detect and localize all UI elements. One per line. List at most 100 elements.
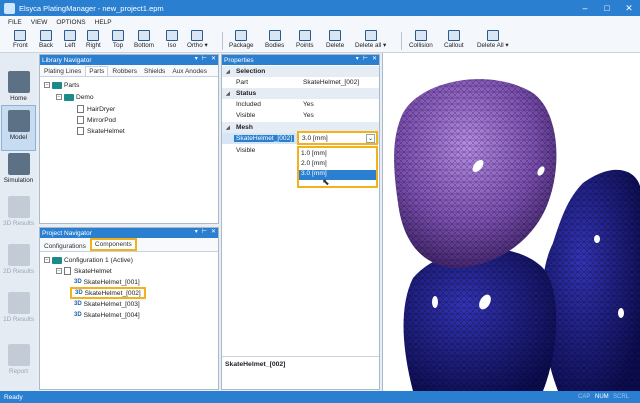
report-icon bbox=[7, 344, 30, 366]
status-text: Ready bbox=[4, 393, 23, 401]
left-button[interactable]: Left bbox=[64, 30, 76, 52]
tree-node-item[interactable]: HairDryer bbox=[77, 104, 115, 114]
collapse-icon[interactable]: − bbox=[44, 257, 50, 263]
tree-node-component[interactable]: 3D SkateHelmet_[003] bbox=[74, 299, 140, 309]
top-view-icon bbox=[112, 30, 124, 41]
left-nav: Home Model Simulation 3D Results 2D Resu… bbox=[0, 53, 37, 391]
ortho-button[interactable]: Ortho ▾ bbox=[187, 30, 208, 52]
tree-node-component[interactable]: 3D SkateHelmet_[004] bbox=[74, 310, 140, 320]
property-grid: ◢ Selection Part SkateHelmet_[002] ◢ Status… bbox=[222, 65, 379, 385]
tree-node-item[interactable]: MirrorPod bbox=[77, 115, 116, 125]
dropdown-icon[interactable]: ▾ bbox=[356, 55, 359, 62]
delete-all-caret-icon: ▾ bbox=[383, 42, 387, 49]
delete-all-callouts-icon bbox=[486, 30, 499, 41]
3d-viewport[interactable] bbox=[382, 53, 640, 391]
option-3mm[interactable]: 3.0 [mm] bbox=[299, 170, 376, 180]
toolbar-divider bbox=[222, 32, 223, 50]
left-view-icon bbox=[64, 30, 76, 41]
collapse-icon[interactable]: − bbox=[56, 94, 62, 100]
tab-components[interactable]: Components bbox=[89, 238, 137, 251]
3d-badge-icon: 3D bbox=[74, 301, 82, 307]
project-navigator-header: Project Navigator ▾ ⊢ ✕ bbox=[40, 228, 218, 238]
line-chart-icon bbox=[7, 292, 30, 314]
visible-value[interactable]: Yes bbox=[303, 112, 314, 119]
collapse-icon[interactable]: ◢ bbox=[226, 91, 230, 97]
collapse-icon[interactable]: − bbox=[56, 268, 62, 274]
minimize-icon[interactable]: – bbox=[574, 0, 596, 16]
points-button[interactable]: Points bbox=[296, 30, 314, 52]
package-button[interactable]: Package bbox=[229, 30, 254, 52]
collapse-icon[interactable]: ◢ bbox=[226, 69, 230, 75]
section-selection[interactable]: ◢ Selection bbox=[222, 66, 379, 77]
nav-3d-results[interactable]: 3D Results bbox=[1, 192, 36, 238]
model-icon bbox=[7, 110, 30, 132]
dropdown-icon[interactable]: ▾ bbox=[195, 228, 198, 235]
close-icon[interactable]: ✕ bbox=[211, 228, 216, 235]
nav-report[interactable]: Report bbox=[1, 340, 36, 386]
callout-button[interactable]: Callout bbox=[444, 30, 464, 52]
delete-all-callouts-button[interactable]: Delete All ▾ bbox=[477, 30, 509, 52]
delete-all-button[interactable]: Delete all ▾ bbox=[355, 30, 386, 52]
nav-1d-results[interactable]: 1D Results bbox=[1, 288, 36, 334]
status-num: NUM bbox=[595, 394, 609, 400]
tree-node-configuration[interactable]: − Configuration 1 (Active) bbox=[44, 255, 133, 265]
part-icon bbox=[77, 127, 84, 135]
close-icon[interactable]: ✕ bbox=[618, 0, 640, 16]
collapse-icon[interactable]: − bbox=[44, 82, 50, 88]
callout-icon bbox=[447, 30, 460, 41]
tab-aux-anodes[interactable]: Aux Anodes bbox=[169, 67, 210, 76]
tree-node-parts[interactable]: − Parts bbox=[44, 80, 79, 90]
mesh-render bbox=[394, 79, 640, 391]
simulation-icon bbox=[7, 153, 30, 175]
mesh-size-options: 1.0 [mm] 2.0 [mm] 3.0 [mm] bbox=[297, 146, 378, 188]
pin-icon[interactable]: ⊢ bbox=[202, 228, 207, 235]
collapse-icon[interactable]: ◢ bbox=[226, 125, 230, 131]
delete-button[interactable]: Delete bbox=[326, 30, 344, 52]
tree-node-component[interactable]: 3D SkateHelmet_[001] bbox=[74, 277, 140, 287]
collision-button[interactable]: Collision bbox=[409, 30, 433, 52]
folder-icon bbox=[52, 81, 62, 89]
title-bar: Elsyca PlatingManager - new_project1.epm… bbox=[0, 0, 640, 16]
tab-configurations[interactable]: Configurations bbox=[41, 242, 89, 251]
mesh-size-select[interactable]: 3.0 [mm] ⌄ bbox=[297, 131, 378, 145]
ortho-view-icon bbox=[191, 30, 204, 41]
tree-node-demo[interactable]: − Demo bbox=[56, 92, 94, 102]
menu-file[interactable]: FILE bbox=[8, 19, 22, 26]
close-icon[interactable]: ✕ bbox=[211, 55, 216, 62]
close-icon[interactable]: ✕ bbox=[372, 55, 377, 62]
option-2mm[interactable]: 2.0 [mm] bbox=[299, 160, 376, 170]
back-button[interactable]: Back bbox=[39, 30, 53, 52]
menu-view[interactable]: VIEW bbox=[31, 19, 48, 26]
right-view-icon bbox=[87, 30, 100, 41]
menu-help[interactable]: HELP bbox=[95, 19, 112, 26]
package-icon bbox=[235, 30, 248, 41]
section-status[interactable]: ◢ Status bbox=[222, 88, 379, 99]
front-button[interactable]: Front bbox=[13, 30, 28, 52]
nav-model[interactable]: Model bbox=[1, 105, 36, 151]
tab-plating-lines[interactable]: Plating Lines bbox=[41, 67, 84, 76]
properties-panel: Properties ▾ ⊢ ✕ ◢ Selection Part SkateHelme… bbox=[221, 54, 380, 390]
bodies-button[interactable]: Bodies bbox=[265, 30, 284, 52]
chevron-down-icon[interactable]: ⌄ bbox=[366, 134, 375, 143]
nav-2d-results[interactable]: 2D Results bbox=[1, 240, 36, 286]
nav-simulation[interactable]: Simulation bbox=[1, 149, 36, 195]
pin-icon[interactable]: ⊢ bbox=[363, 55, 368, 62]
right-button[interactable]: Right bbox=[86, 30, 101, 52]
top-button[interactable]: Top bbox=[112, 30, 124, 52]
pin-icon[interactable]: ⊢ bbox=[202, 55, 207, 62]
bottom-button[interactable]: Bottom bbox=[134, 30, 154, 52]
menu-options[interactable]: OPTIONS bbox=[56, 19, 85, 26]
option-1mm[interactable]: 1.0 [mm] bbox=[299, 150, 376, 160]
included-value[interactable]: Yes bbox=[303, 101, 314, 108]
mouse-cursor-icon: ⬉ bbox=[322, 177, 330, 187]
tree-node-part[interactable]: − SkateHelmet bbox=[56, 266, 112, 276]
dropdown-icon[interactable]: ▾ bbox=[195, 55, 198, 62]
tab-robbers[interactable]: Robbers bbox=[109, 67, 140, 76]
status-cap: CAP bbox=[578, 394, 591, 400]
iso-button[interactable]: Iso bbox=[166, 30, 178, 52]
tree-node-component-selected[interactable]: 3D SkateHelmet_[002] bbox=[70, 287, 146, 299]
tab-parts[interactable]: Parts bbox=[85, 66, 109, 76]
tab-shields[interactable]: Shields bbox=[141, 67, 168, 76]
tree-node-item[interactable]: SkateHelmet bbox=[77, 126, 125, 136]
maximize-icon[interactable]: □ bbox=[596, 0, 618, 16]
